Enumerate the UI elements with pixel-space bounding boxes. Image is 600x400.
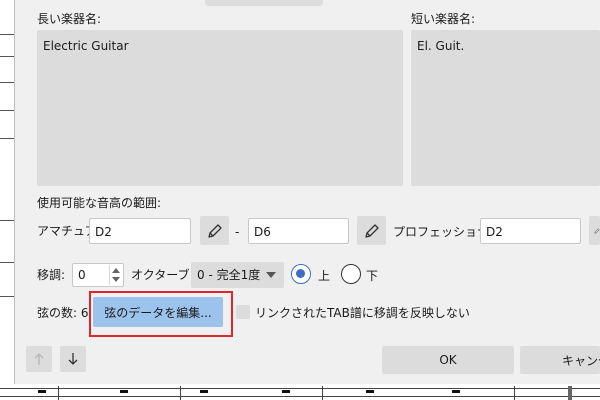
pencil-icon [594, 228, 600, 233]
arrow-up-icon [34, 353, 44, 365]
score-note [38, 390, 46, 393]
transpose-down-radio[interactable] [341, 264, 361, 284]
interval-dropdown[interactable]: 0 - 完全1度 [191, 262, 284, 288]
bar-line [514, 386, 515, 400]
edit-strings-button[interactable]: 弦のデータを編集... [93, 297, 223, 327]
stepper-up-icon[interactable] [112, 268, 120, 273]
score-note [200, 390, 208, 393]
staff-line [0, 296, 14, 297]
pencil-icon [364, 223, 379, 238]
transpose-label: 移調: [37, 268, 66, 282]
range-dash: - [235, 225, 240, 239]
tab-transpose-label: リンクされたTAB譜に移調を反映しない [255, 306, 470, 320]
staff-line [0, 56, 14, 57]
short-name-field[interactable]: El. Guit. [411, 30, 600, 186]
down-label: 下 [366, 269, 379, 283]
up-label: 上 [318, 269, 331, 283]
move-up-button[interactable] [26, 346, 52, 372]
short-name-label: 短い楽器名: [411, 12, 476, 26]
pencil-icon [207, 223, 222, 238]
cancel-button[interactable]: キャンセル [520, 346, 600, 374]
bar-line [180, 386, 181, 400]
amateur-high-input[interactable]: D6 [248, 218, 349, 244]
move-down-button[interactable] [60, 346, 86, 372]
score-note [452, 390, 460, 393]
top-partial-button[interactable] [205, 0, 323, 6]
staff-line [0, 262, 14, 263]
bar-line [322, 386, 323, 400]
staff-line [0, 82, 14, 83]
staff-line [0, 34, 14, 35]
staff-line [0, 110, 14, 111]
score-note [366, 390, 374, 393]
amateur-low-pencil-button[interactable] [200, 216, 229, 245]
staff-line [0, 220, 14, 221]
bar-line [58, 386, 59, 400]
chevron-down-icon [266, 272, 276, 278]
amateur-low-input[interactable]: D2 [89, 218, 191, 244]
stepper-down-icon[interactable] [112, 277, 120, 282]
score-note [120, 390, 128, 393]
bar-line [568, 386, 572, 400]
stepper-arrows[interactable] [109, 265, 122, 285]
professional-low-input[interactable]: D2 [480, 218, 581, 244]
score-staff-line [0, 396, 600, 397]
tab-transpose-checkbox[interactable] [236, 305, 250, 319]
range-label: 使用可能な音高の範囲: [37, 196, 162, 210]
score-strip [0, 384, 600, 400]
ok-button[interactable]: OK [382, 346, 514, 374]
long-name-label: 長い楽器名: [37, 12, 102, 26]
transpose-value: 0 [78, 268, 86, 282]
amateur-high-pencil-button[interactable] [357, 216, 386, 245]
arrow-down-icon [68, 353, 78, 365]
long-name-field[interactable]: Electric Guitar [37, 30, 403, 186]
strings-count-label: 弦の数: 6 [37, 306, 89, 320]
professional-low-pencil-button[interactable] [589, 216, 600, 245]
staff-line [0, 138, 14, 139]
score-staff-line [0, 388, 600, 389]
interval-value: 0 - 完全1度 [197, 268, 261, 282]
transpose-stepper[interactable]: 0 [72, 263, 124, 287]
score-note [282, 390, 290, 393]
transpose-up-radio[interactable] [291, 264, 311, 284]
